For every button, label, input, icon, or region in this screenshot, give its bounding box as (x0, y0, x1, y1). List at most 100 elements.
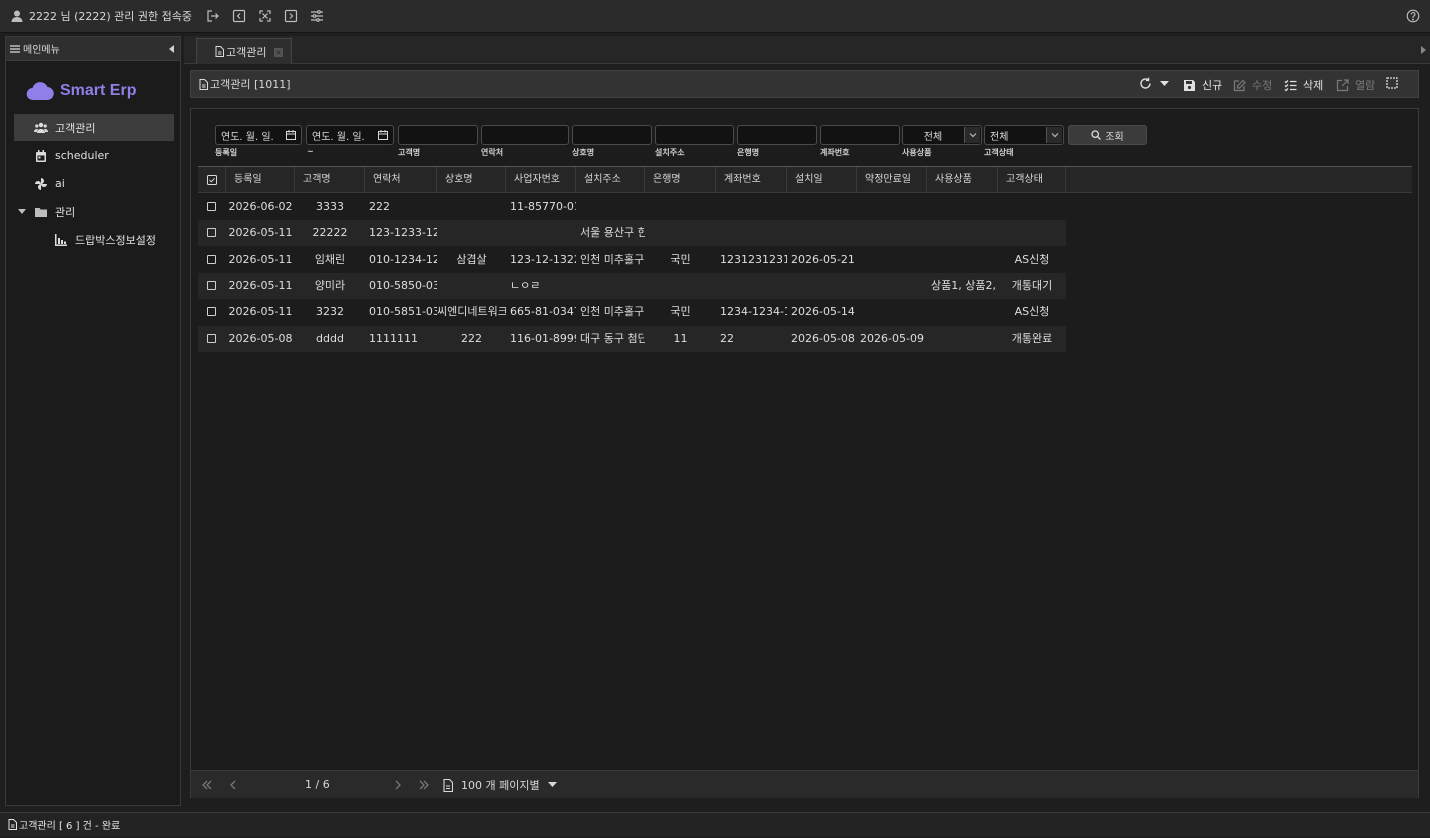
customer-name-input[interactable] (398, 125, 478, 145)
table-cell: 대구 동구 첨단로 (580, 331, 645, 345)
panel-title: 고객관리 [1011] (210, 78, 291, 91)
next-page-icon[interactable] (391, 778, 405, 792)
status-text: 고객관리 [ 6 ] 건 - 완료 (19, 821, 121, 832)
sidebar-item-label: ai (55, 177, 65, 190)
row-checkbox[interactable] (207, 280, 216, 290)
table-cell: 2026-06-02 (228, 200, 293, 213)
select-all-cell (198, 167, 226, 193)
tab-label: 고객관리 (226, 45, 267, 59)
logout-icon[interactable] (206, 9, 220, 23)
table-row[interactable]: 2026-05-11 임채린 010-1234-123 삼겹살 123-12-13222… (198, 247, 1066, 273)
column-header[interactable]: 사업자번호 (506, 167, 576, 193)
status-select[interactable]: 전체 (984, 125, 1064, 145)
collapse-left-icon[interactable] (232, 9, 246, 23)
table-cell: 22222 (312, 226, 348, 240)
external-link-icon (1336, 78, 1349, 92)
calendar-icon[interactable] (378, 130, 388, 140)
table-cell: 123-12-13222 (510, 252, 576, 266)
search-button[interactable]: 조회 (1068, 125, 1147, 145)
table-cell: 1234-1234-12 (720, 305, 787, 319)
page-indicator: 1 / 6 (305, 778, 330, 791)
column-header[interactable]: 상호명 (437, 167, 506, 193)
reg-date-from-input[interactable]: 연도. 월. 일. (215, 125, 302, 145)
column-header[interactable]: 설치주소 (576, 167, 645, 193)
sidebar-item-dropbox-settings[interactable]: 드랍박스정보설정 (14, 226, 174, 253)
row-checkbox[interactable] (207, 333, 216, 343)
column-header[interactable]: 약정만료일 (857, 167, 927, 193)
column-header[interactable]: 설치일 (787, 167, 857, 193)
table-cell: 임채린 (314, 252, 346, 266)
delete-button[interactable]: 삭제 (1284, 77, 1323, 93)
refresh-button[interactable] (1139, 77, 1169, 90)
collapse-right-icon[interactable] (284, 9, 298, 23)
column-header[interactable]: 등록일 (226, 167, 295, 193)
sidebar-item-ai[interactable]: ai (14, 170, 174, 197)
table-cell: 2026-05-11 (228, 252, 293, 266)
status-label: 고객상태 (984, 148, 1014, 157)
reg-date-to-input[interactable]: 연도. 월. 일. (306, 125, 394, 145)
row-checkbox[interactable] (207, 202, 216, 211)
row-checkbox[interactable] (207, 254, 216, 264)
help-icon[interactable] (1406, 9, 1420, 23)
table-row[interactable]: 2026-05-11 22222 123-1233-123 서울 용산구 한강 (198, 220, 1066, 247)
contact-input[interactable] (481, 125, 569, 145)
table-row[interactable]: 2026-05-11 3232 010-5851-034씨엔디네트워크 665-81-… (198, 299, 1066, 325)
sidebar-item-customers[interactable]: 고객관리 (14, 114, 174, 141)
row-checkbox[interactable] (207, 228, 216, 238)
tab-customers[interactable]: 고객관리 × (196, 38, 292, 64)
search-icon (1091, 130, 1102, 140)
expand-icon[interactable] (258, 9, 272, 23)
row-checkbox[interactable] (207, 307, 216, 317)
product-select[interactable]: 전체 (902, 125, 982, 145)
edit-button[interactable]: 수정 (1233, 77, 1272, 93)
chevron-down-icon (964, 127, 980, 143)
table-cell (576, 194, 645, 220)
column-header[interactable]: 사용상품 (927, 167, 998, 193)
column-header[interactable]: 계좌번호 (716, 167, 787, 193)
settings-sliders-icon[interactable] (310, 9, 324, 23)
tab-scroll-right-icon[interactable] (1421, 46, 1426, 54)
hamburger-icon[interactable] (10, 44, 20, 54)
table-cell (506, 220, 576, 246)
last-page-icon[interactable] (417, 778, 431, 792)
dropdown-caret-icon[interactable] (1160, 80, 1169, 87)
new-button[interactable]: 신규 (1183, 77, 1222, 93)
column-header[interactable]: 고객상태 (998, 167, 1066, 193)
caret-down-icon[interactable] (18, 208, 26, 215)
table-cell: 국민 (670, 252, 691, 266)
table-row[interactable]: 2026-06-02 3333 222 11-85770-01 (198, 194, 1066, 220)
open-button[interactable]: 열람 (1336, 77, 1375, 93)
calendar-icon[interactable] (286, 130, 296, 140)
account-input[interactable] (820, 125, 900, 145)
tab-close-icon[interactable]: × (274, 48, 283, 57)
table-cell (437, 220, 506, 246)
sidebar-item-label: scheduler (55, 149, 109, 162)
column-header[interactable]: 은행명 (645, 167, 716, 193)
table-row[interactable]: 2026-05-08 dddd 1111111 222 116-01-8999 대구 동구… (198, 325, 1066, 352)
column-header[interactable]: 연락처 (365, 167, 437, 193)
status-bar: 고객관리 [ 6 ] 건 - 완료 (0, 812, 1430, 836)
logo-text: Smart Erp (60, 82, 137, 99)
address-input[interactable] (655, 125, 734, 145)
maximize-button[interactable] (1386, 77, 1398, 89)
column-header[interactable]: 고객명 (295, 167, 365, 193)
sidebar-item-management[interactable]: 관리 (14, 198, 174, 225)
select-all-checkbox[interactable] (207, 175, 217, 185)
table-cell (927, 299, 998, 325)
first-page-icon[interactable] (200, 778, 214, 792)
collapse-sidebar-icon[interactable] (169, 44, 175, 53)
sidebar-item-scheduler[interactable]: scheduler (14, 142, 174, 169)
table-cell: 222 (461, 331, 482, 345)
page-size-select[interactable]: 100 개 페이지별 (443, 777, 557, 793)
save-icon (1183, 79, 1196, 92)
tab-bar: 고객관리 × (184, 36, 1430, 64)
sidebar-item-label: 고객관리 (55, 121, 96, 135)
prev-page-icon[interactable] (226, 778, 240, 792)
sidebar-item-label: 드랍박스정보설정 (75, 233, 156, 247)
pager: 1 / 6 100 개 페이지별 (191, 770, 1418, 798)
calendar-icon (34, 149, 48, 163)
refresh-icon (1139, 77, 1152, 90)
company-input[interactable] (572, 125, 652, 145)
bank-input[interactable] (737, 125, 817, 145)
table-row[interactable]: 2026-05-11 양미라 010-5850-034 ㄴㅇㄹ 상품1, 상품2, 상 개… (198, 272, 1066, 299)
